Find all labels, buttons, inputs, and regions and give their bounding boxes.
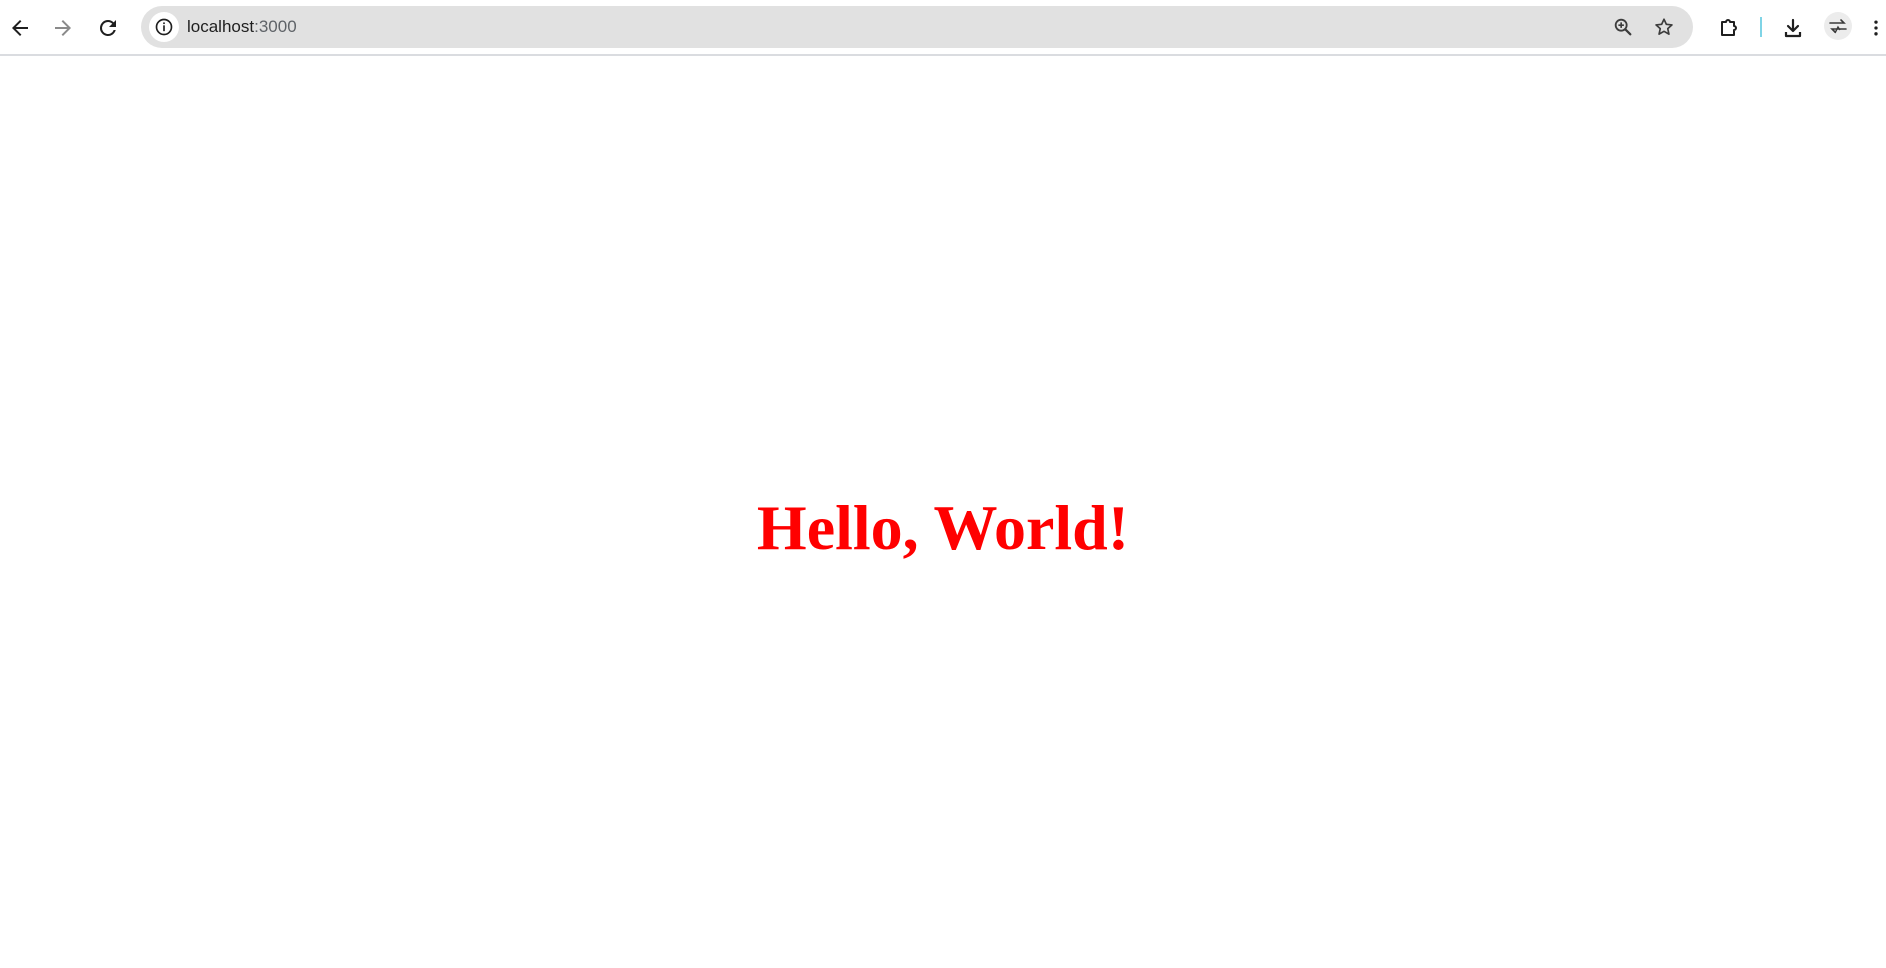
browser-toolbar: localhost:3000 (0, 0, 1886, 56)
puzzle-icon (1721, 19, 1737, 36)
back-button[interactable] (0, 8, 40, 48)
site-info-button[interactable] (149, 12, 179, 42)
reload-button[interactable] (88, 8, 128, 48)
forward-button[interactable] (43, 8, 83, 48)
hello-heading: Hello, World! (756, 492, 1130, 563)
info-icon (155, 18, 173, 36)
extensions-button[interactable] (1709, 8, 1749, 48)
star-icon (1655, 18, 1673, 35)
zoom-button[interactable] (1608, 12, 1638, 42)
arrow-back-icon (12, 20, 28, 36)
downloads-button[interactable] (1773, 8, 1813, 48)
address-bar[interactable]: localhost:3000 (141, 6, 1693, 48)
bookmark-button[interactable] (1649, 12, 1679, 42)
kebab-menu-icon (1874, 20, 1878, 36)
page-content: Hello, World! (0, 56, 1886, 968)
profile-avatar-icon (1829, 19, 1847, 34)
url-port: :3000 (254, 17, 297, 36)
zoom-in-icon (1614, 18, 1632, 36)
url-host: localhost (187, 17, 255, 36)
profile-avatar[interactable] (1824, 12, 1852, 40)
toolbar-divider (1760, 17, 1762, 37)
arrow-forward-icon (55, 20, 71, 36)
download-icon (1784, 18, 1802, 38)
url-text[interactable]: localhost:3000 (187, 6, 297, 48)
reload-icon (99, 19, 116, 36)
menu-button[interactable] (1866, 8, 1886, 48)
